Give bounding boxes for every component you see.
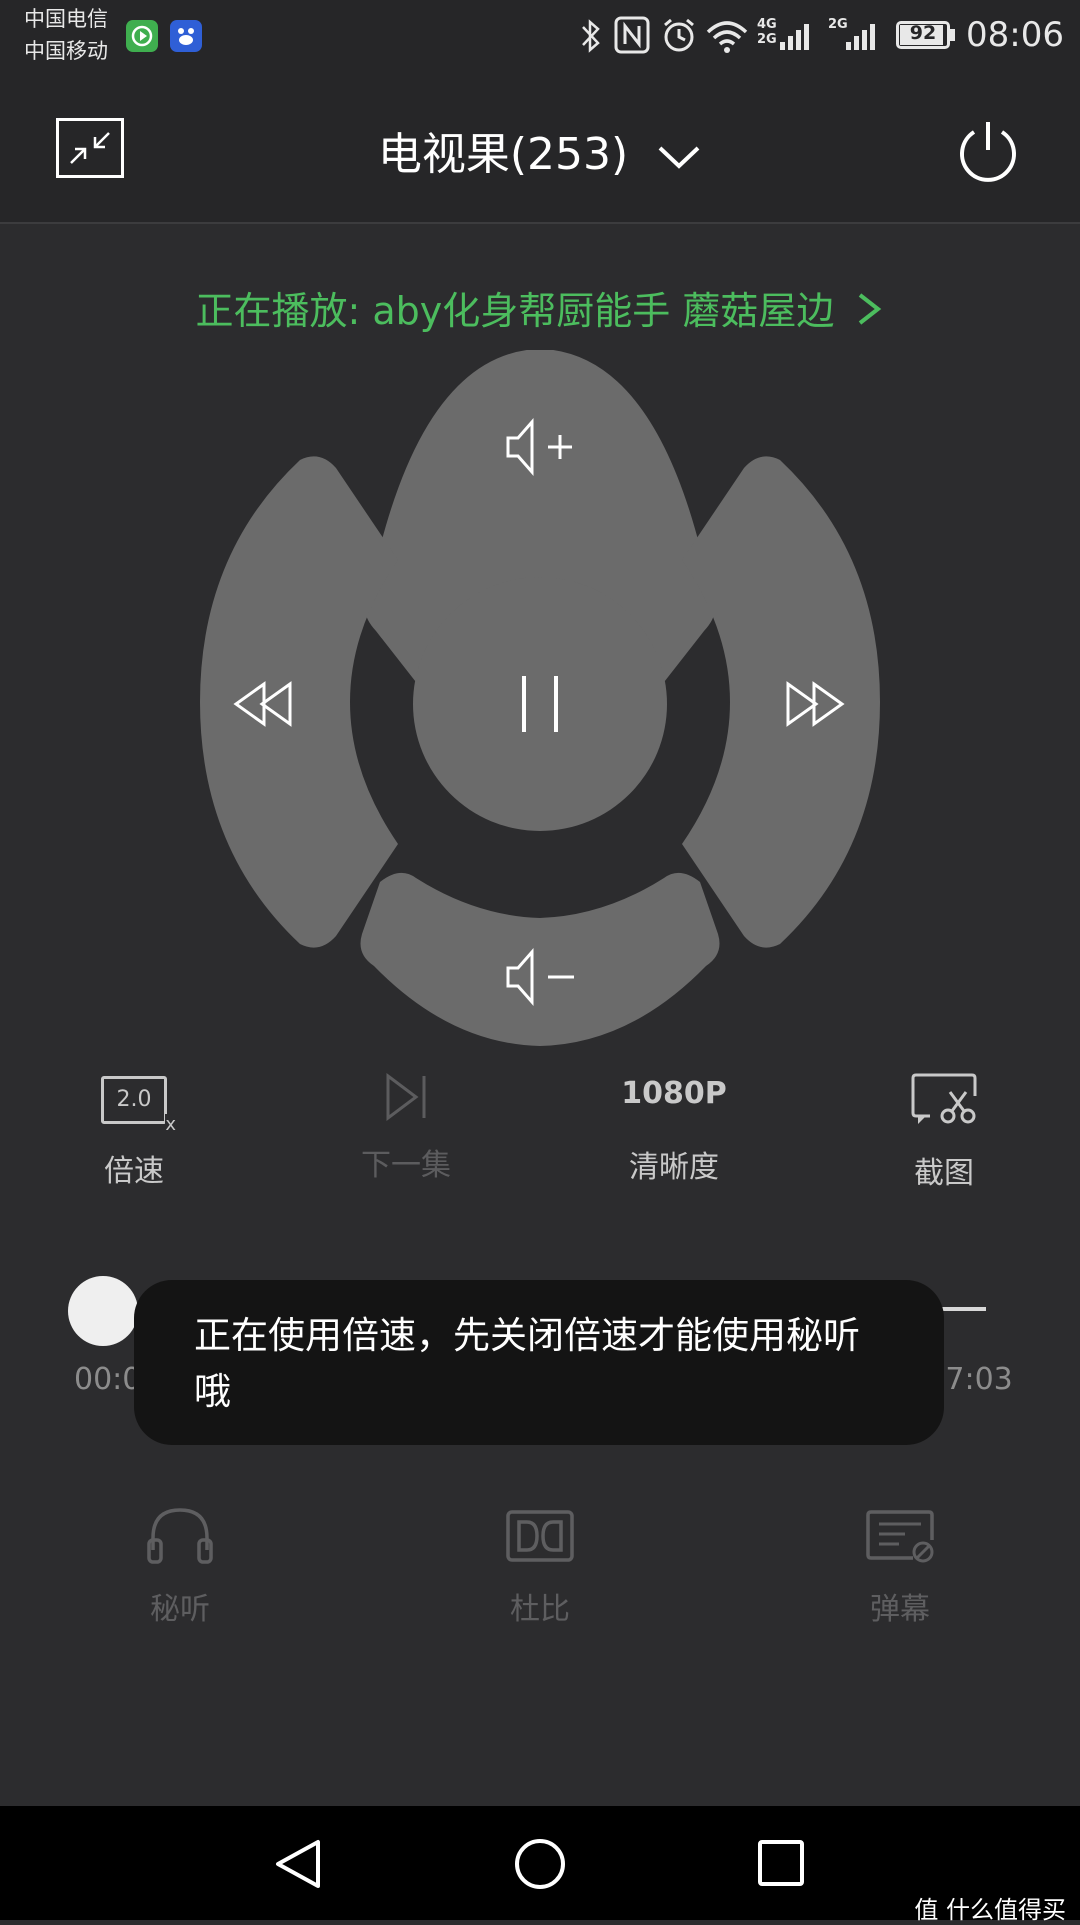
carrier-1: 中国电信 [24, 7, 108, 31]
network-4g-label: 4G [757, 17, 777, 32]
speed-label: 倍速 [104, 1154, 164, 1189]
nfc-icon [614, 16, 650, 54]
screenshot-label: 截图 [914, 1156, 974, 1191]
status-bar: 中国电信 中国移动 4G 2G 2G 92 08:06 [0, 0, 1080, 72]
screenshot-icon [911, 1073, 977, 1124]
battery-level: 92 [909, 22, 937, 44]
screenshot-button[interactable]: 截图 [834, 1060, 1054, 1192]
video-app-icon [126, 20, 158, 52]
progress-thumb[interactable] [68, 1276, 138, 1346]
danmaku-button[interactable]: 弹幕 [800, 1506, 1000, 1628]
next-episode-label: 下一集 [361, 1148, 451, 1183]
remote-dpad [200, 350, 880, 1046]
wifi-icon [706, 21, 748, 53]
network-2g-label-2: 2G [828, 17, 848, 32]
headphones-icon [147, 1508, 213, 1564]
recents-button[interactable] [756, 1838, 808, 1890]
quality-value: 1080P [621, 1076, 727, 1111]
dolby-icon [506, 1510, 574, 1562]
toast-text: 正在使用倍速，先关闭倍速才能使用秘听哦 [194, 1314, 860, 1413]
toast-message: 正在使用倍速，先关闭倍速才能使用秘听哦 [134, 1280, 944, 1445]
secret-listen-button[interactable]: 秘听 [80, 1506, 280, 1628]
next-episode-button[interactable]: 下一集 [296, 1060, 516, 1184]
rewind-button[interactable] [200, 456, 398, 948]
danmaku-icon [866, 1510, 934, 1563]
now-playing-text: 正在播放: aby化身帮厨能手 蘑菇屋边 [195, 289, 835, 333]
device-selector[interactable]: 电视果(253) [0, 118, 1080, 182]
fast-forward-button[interactable] [682, 456, 880, 948]
speed-icon: 2.0 x [101, 1076, 176, 1135]
skip-next-icon [386, 1073, 426, 1121]
power-button[interactable] [956, 118, 1020, 182]
chevron-right-icon [859, 293, 882, 325]
carrier-2: 中国移动 [24, 39, 108, 63]
now-playing-link[interactable]: 正在播放: aby化身帮厨能手 蘑菇屋边 [0, 280, 1080, 335]
chevron-down-icon [658, 146, 700, 169]
clock: 08:06 [966, 15, 1064, 55]
page-title: 电视果(253) [377, 129, 629, 180]
volume-down-button[interactable] [360, 872, 720, 1046]
back-button[interactable] [272, 1836, 324, 1892]
dolby-label: 杜比 [510, 1592, 570, 1627]
baidu-app-icon [170, 20, 202, 52]
battery-icon: 92 [896, 21, 950, 49]
home-button[interactable] [512, 1836, 568, 1892]
secret-listen-label: 秘听 [150, 1592, 210, 1627]
play-pause-button[interactable] [413, 577, 667, 831]
signal-strength-icon-2 [846, 24, 875, 50]
signal-strength-icon [780, 24, 809, 50]
network-2g-label: 2G [757, 32, 777, 47]
danmaku-label: 弹幕 [870, 1592, 930, 1627]
dolby-button[interactable]: 杜比 [440, 1506, 640, 1628]
speed-control[interactable]: 2.0 x 倍速 [24, 1060, 244, 1190]
quality-control[interactable]: 1080P 清晰度 [564, 1060, 784, 1186]
quality-label: 清晰度 [629, 1150, 719, 1185]
alarm-icon [664, 18, 694, 52]
bluetooth-icon [582, 19, 600, 53]
